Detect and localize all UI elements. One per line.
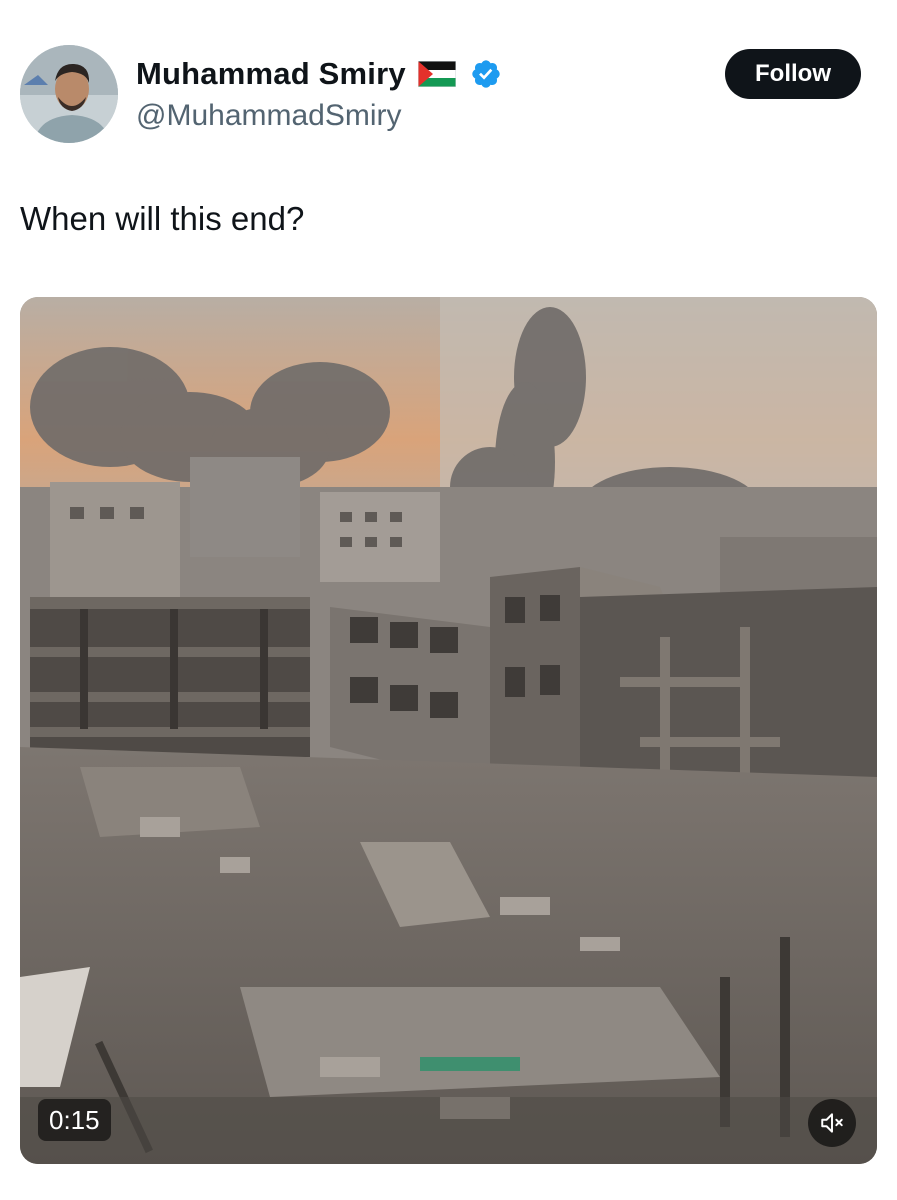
follow-button[interactable]: Follow xyxy=(725,49,861,99)
tweet-text: When will this end? xyxy=(20,200,305,237)
video-duration: 0:15 xyxy=(38,1099,111,1141)
mute-button[interactable] xyxy=(808,1099,856,1147)
tweet-header: Muhammad Smiry @MuhammadSmiry Follow xyxy=(0,0,897,160)
user-handle[interactable]: @MuhammadSmiry xyxy=(136,99,402,133)
speaker-muted-icon xyxy=(821,1113,843,1133)
palestine-flag-icon xyxy=(417,60,457,88)
avatar-image xyxy=(20,45,118,143)
video-frame-image xyxy=(20,297,877,1164)
avatar[interactable] xyxy=(20,45,118,143)
user-name-row: Muhammad Smiry xyxy=(136,54,502,94)
verified-badge-icon xyxy=(470,58,502,90)
video-player[interactable]: 0:15 xyxy=(20,297,877,1164)
display-name[interactable]: Muhammad Smiry xyxy=(136,56,406,92)
